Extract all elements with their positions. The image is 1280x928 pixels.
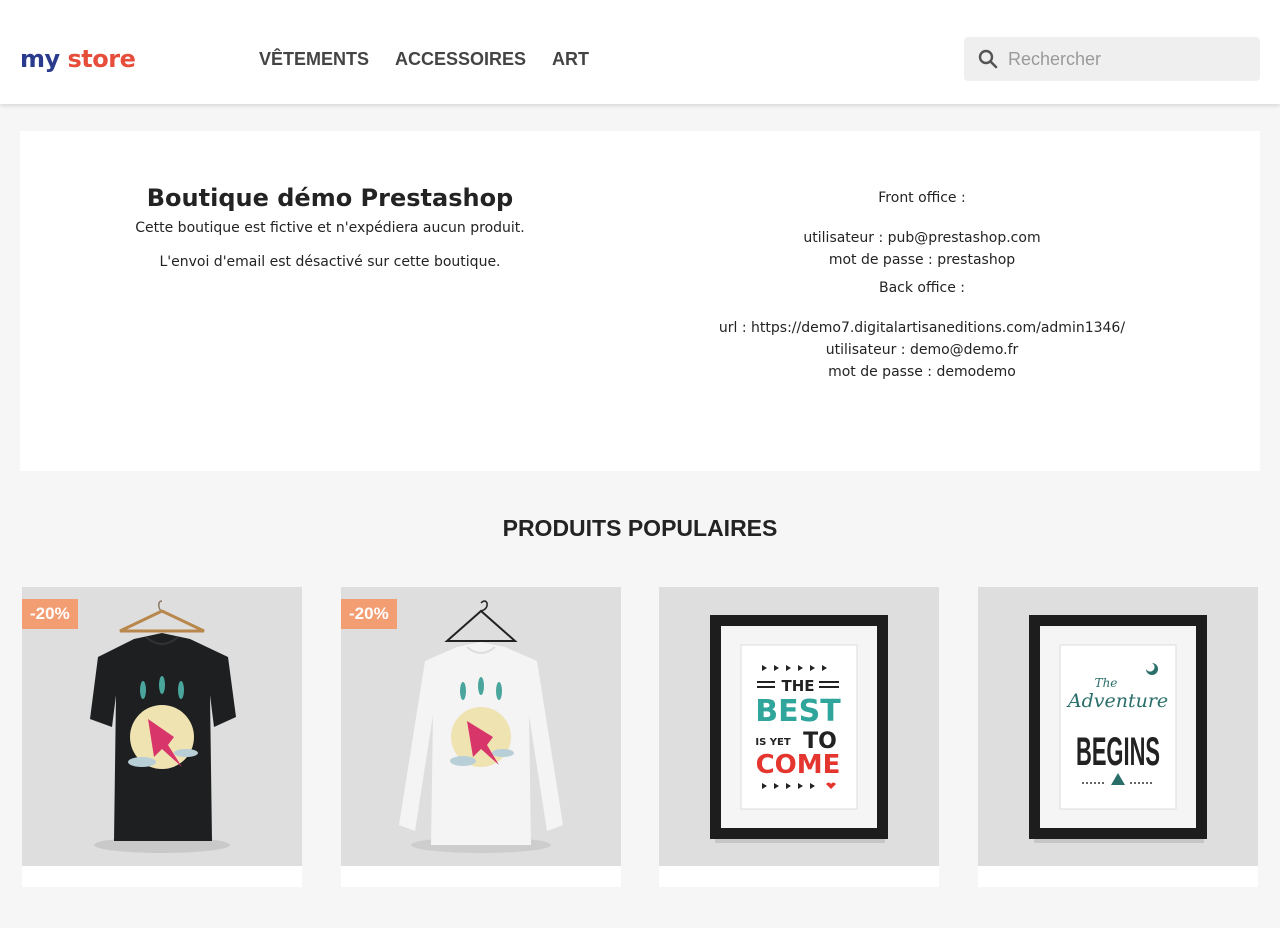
front-office-user: utilisateur : pub@prestashop.com [803,230,1041,246]
back-office-password: mot de passe : demodemo [828,364,1016,380]
product-image[interactable]: THE BEST IS YET TO COME [659,587,939,866]
product-card[interactable]: THE BEST IS YET TO COME [659,587,939,887]
back-office-user: utilisateur : demo@demo.fr [825,342,1019,358]
front-office-password: mot de passe : prestashop [828,252,1016,268]
search-input[interactable] [1008,48,1248,70]
poster-text-adventure: Adventure [1066,690,1168,712]
product-card[interactable]: -20% [341,587,621,887]
banner-line-2: L'envoi d'email est désactivé sur cette … [159,254,501,270]
search-icon[interactable] [978,49,998,69]
banner-left: Boutique démo Prestashop Cette boutique … [20,183,640,287]
banner-credentials: Front office : utilisateur : pub@prestas… [640,187,1204,383]
banner-line-1: Cette boutique est fictive et n'expédier… [135,220,525,236]
product-card[interactable]: The Adventure BEGINS [978,587,1258,887]
back-office-label: Back office : [878,280,966,296]
main-nav: VÊTEMENTS ACCESSOIRES ART [259,48,589,70]
product-image[interactable]: -20% [22,587,302,866]
nav-accessoires[interactable]: ACCESSOIRES [395,48,526,70]
poster-text-the: THE [781,677,814,695]
poster-text-come: COME [756,750,841,780]
nav-art[interactable]: ART [552,48,589,70]
banner-title: Boutique démo Prestashop [146,184,514,212]
poster-text-begins: BEGINS [1076,730,1160,774]
poster-adventure-image: The Adventure BEGINS [1029,615,1207,843]
product-image[interactable]: The Adventure BEGINS [978,587,1258,866]
discount-badge: -20% [22,599,78,629]
search-box [964,37,1260,81]
site-header: my store VÊTEMENTS ACCESSOIRES ART [0,0,1280,104]
popular-products-title: PRODUITS POPULAIRES [502,515,778,541]
poster-text-the: The [1095,676,1118,690]
logo-text-my: my [20,45,60,73]
poster-text-is-yet: IS YET [755,737,790,748]
poster-text-best: BEST [755,694,841,729]
product-card[interactable]: -20% [22,587,302,887]
logo-text-store: store [67,45,136,73]
front-office-label: Front office : [878,190,966,206]
nav-vetements[interactable]: VÊTEMENTS [259,48,369,70]
discount-badge: -20% [341,599,397,629]
product-image[interactable]: -20% [341,587,621,866]
store-logo[interactable]: my store [20,44,136,74]
demo-banner: Boutique démo Prestashop Cette boutique … [20,131,1260,471]
back-office-url: url : https://demo7.digitalartisaneditio… [718,320,1126,336]
poster-best-image: THE BEST IS YET TO COME [710,615,888,843]
